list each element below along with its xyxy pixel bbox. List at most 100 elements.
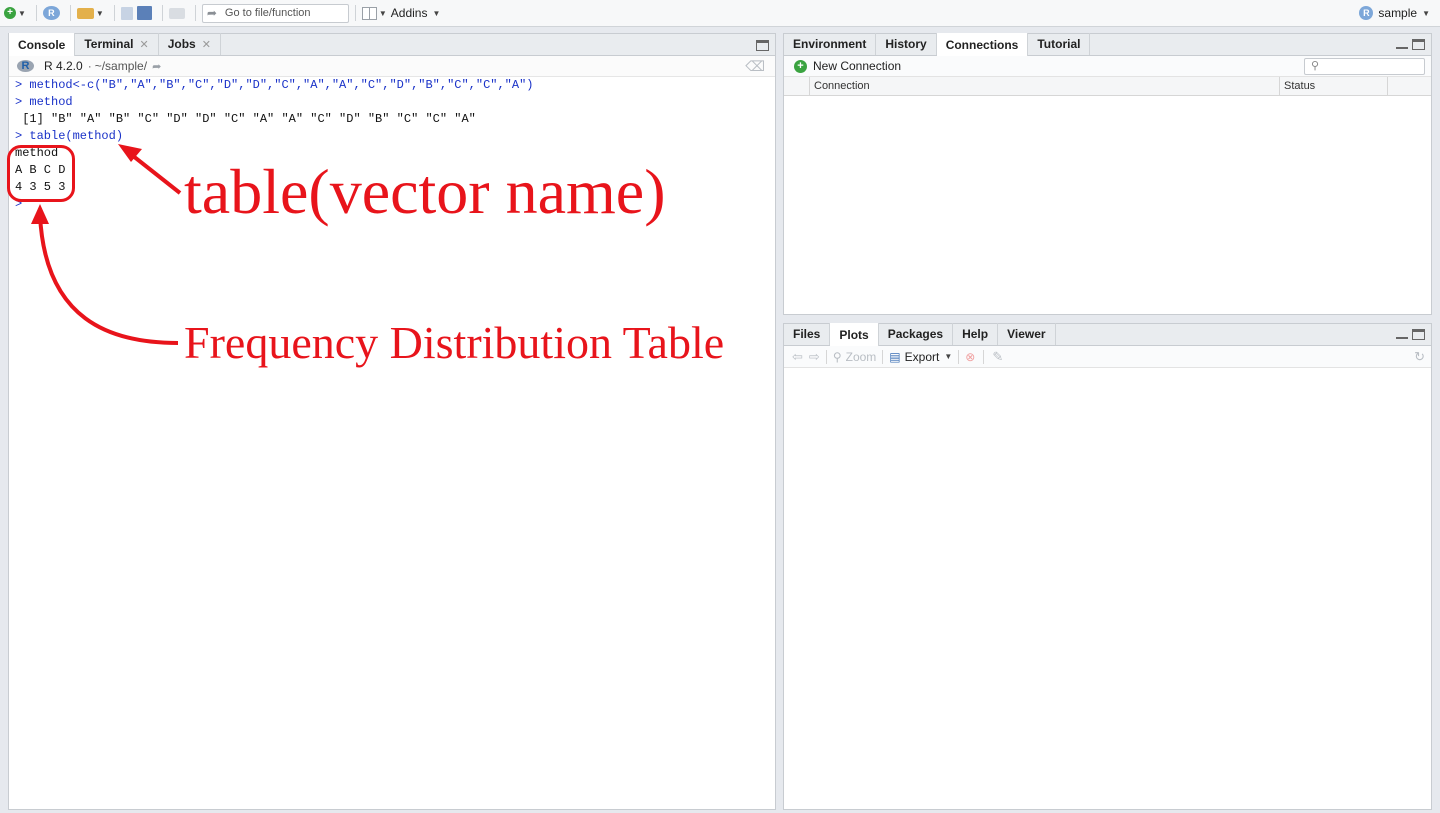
minimize-pane-icon[interactable] [1396,329,1408,339]
new-connection-icon: + [794,59,807,73]
grid-icon [361,6,377,20]
window-controls [1396,39,1425,50]
export-button[interactable]: Export [905,350,940,364]
arrow-left-icon[interactable]: ⇦ [792,349,803,365]
save-all-icon [136,6,152,20]
tab-label: Viewer [1007,327,1046,341]
chevron-down-icon: ▼ [944,352,953,361]
new-file-button[interactable]: + ▼ [4,2,26,24]
print-button[interactable] [168,2,185,24]
window-controls [756,39,769,51]
tab-label: Console [18,37,66,52]
working-dir[interactable]: ~/sample/ [95,59,147,73]
addins-menu[interactable]: Addins ▼ [391,6,441,20]
tab-files[interactable]: Files [784,323,831,345]
goto-file-input[interactable]: ➦ Go to file/function [201,3,349,23]
tab-connections[interactable]: Connections [936,33,1029,56]
tab-label: Environment [793,37,867,51]
open-file-button[interactable]: ▼ [76,2,104,24]
environment-tabbar: Environment History Connections Tutorial [784,33,1431,56]
connections-toolbar: + New Connection ⚲ [784,56,1431,77]
chevron-down-icon: ▼ [95,8,104,18]
search-icon: ⚲ [1311,60,1320,72]
console-line: > table(method) [15,129,124,143]
tab-help[interactable]: Help [953,323,999,345]
column-status[interactable]: Status [1280,77,1388,95]
zoom-button[interactable]: Zoom [846,350,877,364]
tab-plots[interactable]: Plots [830,323,879,346]
annotation-frequency-label: Frequency Distribution Table [184,317,725,368]
project-icon: R [1359,6,1374,20]
print-icon [168,7,185,19]
tab-packages[interactable]: Packages [879,323,954,345]
console-header: R R 4.2.0 · ~/sample/ ➦ ⌫ [9,56,775,77]
r-version: R 4.2.0 [44,59,83,73]
goto-arrow-icon: ➦ [206,6,217,20]
close-icon[interactable]: ✕ [202,38,211,51]
chevron-down-icon: ▼ [432,8,441,18]
tab-label: Terminal [84,37,134,51]
connections-table-header: Connection Status [784,77,1431,96]
separator: · [87,59,92,73]
new-project-icon: R [42,6,60,20]
maximize-pane-icon[interactable] [1412,329,1425,340]
project-label: sample [1378,6,1418,20]
tab-label: Jobs [167,37,196,51]
console-line: [1] "B" "A" "B" "C" "D" "D" "C" "A" "A" … [15,112,476,126]
environment-pane: Environment History Connections Tutorial… [783,33,1432,315]
arrow-right-icon[interactable]: ⇨ [809,349,820,365]
table-output-highlight [7,145,75,202]
new-project-button[interactable]: R [42,2,60,24]
toolbar-separator [825,349,827,364]
project-menu[interactable]: R sample ▼ [1359,6,1430,20]
minimize-pane-icon[interactable] [1396,39,1408,49]
r-logo-icon: R [17,60,34,72]
tab-jobs[interactable]: Jobs ✕ [159,33,221,55]
goto-dir-icon[interactable]: ➦ [152,60,161,73]
chevron-down-icon: ▼ [18,8,26,18]
column-connection[interactable]: Connection [810,77,1280,95]
save-icon [120,6,133,20]
new-connection-button[interactable]: New Connection [813,59,901,73]
tab-viewer[interactable]: Viewer [998,323,1056,345]
refresh-icon[interactable]: ↻ [1414,349,1425,365]
new-file-icon: + [4,7,16,19]
tab-environment[interactable]: Environment [784,33,877,55]
tab-label: Tutorial [1037,37,1081,51]
files-pane: Files Plots Packages Help Viewer ⇦ ⇨ ⚲ Z… [783,323,1432,810]
tab-label: Plots [839,327,869,342]
annotation-table-label: table(vector name) [184,156,666,227]
workspace-panes-button[interactable]: ▼ [361,2,387,24]
maximize-pane-icon[interactable] [1412,39,1425,50]
tab-history[interactable]: History [876,33,937,55]
save-all-button[interactable] [136,2,152,24]
remove-plot-icon[interactable]: ⊗ [965,350,975,364]
save-button[interactable] [120,2,133,24]
tab-label: Files [793,327,821,341]
restore-pane-icon[interactable] [756,40,769,51]
plots-toolbar: ⇦ ⇨ ⚲ Zoom ▤ Export ▼ ⊗ ✎ ↻ [784,346,1431,368]
console-tabbar: Console Terminal ✕ Jobs ✕ [9,33,775,56]
console-line: > method [15,95,73,109]
toolbar-separator [983,349,985,364]
tab-label: Packages [887,327,944,341]
files-tabbar: Files Plots Packages Help Viewer [784,323,1431,346]
folder-open-icon [76,7,94,19]
connections-search-input[interactable]: ⚲ [1304,58,1425,75]
zoom-icon: ⚲ [832,349,842,364]
tab-label: History [885,37,927,51]
main-toolbar: + ▼ R ▼ ➦ Go to file/function ▼ Addins ▼… [0,0,1440,27]
tab-tutorial[interactable]: Tutorial [1028,33,1091,55]
goto-placeholder: Go to file/function [224,7,311,19]
tab-terminal[interactable]: Terminal ✕ [75,33,159,55]
clear-console-icon[interactable]: ⌫ [745,58,765,75]
tab-console[interactable]: Console [9,33,76,56]
clear-plots-icon[interactable]: ✎ [992,349,1003,365]
chevron-down-icon: ▼ [1422,8,1430,18]
chevron-down-icon: ▼ [378,8,387,18]
console-line: > method<-c("B","A","B","C","D","D","C",… [15,78,534,92]
close-icon[interactable]: ✕ [139,38,148,51]
export-icon: ▤ [889,349,901,364]
toolbar-separator [882,349,884,364]
window-controls [1396,329,1425,340]
